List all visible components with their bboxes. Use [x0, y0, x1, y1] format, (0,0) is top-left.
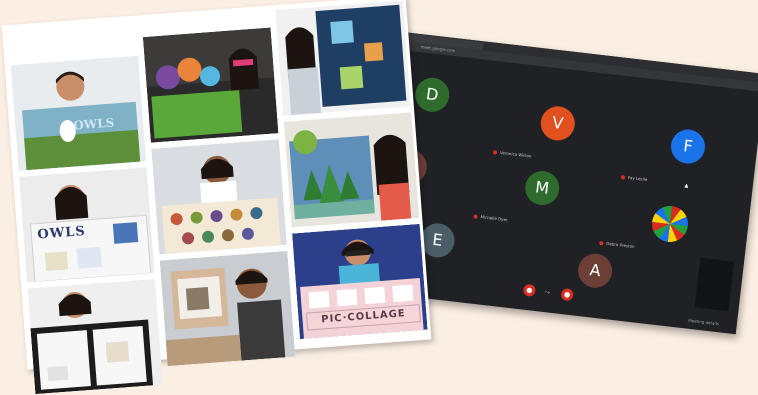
- photo-girl-owls-poster-image: [19, 167, 155, 283]
- participant-avatar-m[interactable]: M: [523, 169, 562, 207]
- participant-name: Veronica Wilson: [493, 149, 532, 159]
- participant-name: Debra Preston: [599, 240, 635, 249]
- photo-girl-owl-prints-image: [151, 139, 287, 255]
- participant-avatar-d[interactable]: D: [413, 75, 452, 114]
- photo-girl-owl-prints: [151, 139, 287, 255]
- photo-girl-forest-diorama-image: [283, 112, 420, 228]
- mouse-pointer-icon: [684, 183, 689, 188]
- photo-girl-owls-poster: OWLS: [19, 167, 155, 283]
- photo-girl-owl-diorama: [142, 27, 279, 143]
- camera-toggle-button[interactable]: ●: [560, 287, 574, 302]
- participant-avatar-v[interactable]: V: [538, 104, 577, 143]
- photo-boy-owls-poster: OWLS: [10, 55, 147, 171]
- photo-girl-owl-chart-image: [275, 0, 411, 116]
- photo-girl-owl-chart: [275, 0, 411, 116]
- photo-boy-owl-report-image: [159, 250, 296, 367]
- photo-boy-owls-poster-image: [10, 55, 147, 171]
- self-view-tile[interactable]: [694, 257, 735, 312]
- participant-avatar-yarn-ball[interactable]: [650, 204, 690, 244]
- photo-boy-owl-report: [159, 250, 296, 367]
- leave-call-icon[interactable]: ⤳: [541, 288, 554, 297]
- photo-girl-owl-diorama-image: [142, 27, 279, 143]
- participant-avatar-a[interactable]: A: [576, 251, 614, 290]
- participant-avatar-f[interactable]: F: [669, 127, 707, 166]
- student-project-collage: OWLS OWLS PIC·COLLAGE: [1, 0, 432, 395]
- participant-name: Fay Leslie: [621, 174, 648, 182]
- photo-girl-forest-diorama: [283, 112, 420, 228]
- mic-toggle-button[interactable]: ●: [522, 283, 537, 297]
- video-meeting-window: meet.google.com D V F R M E A Veronica W…: [370, 31, 758, 335]
- meeting-details-link[interactable]: Meeting details: [688, 318, 719, 326]
- photo-girl-pic-collage: PIC·COLLAGE: [292, 223, 428, 340]
- participant-name: Michelle Dyer: [473, 213, 508, 222]
